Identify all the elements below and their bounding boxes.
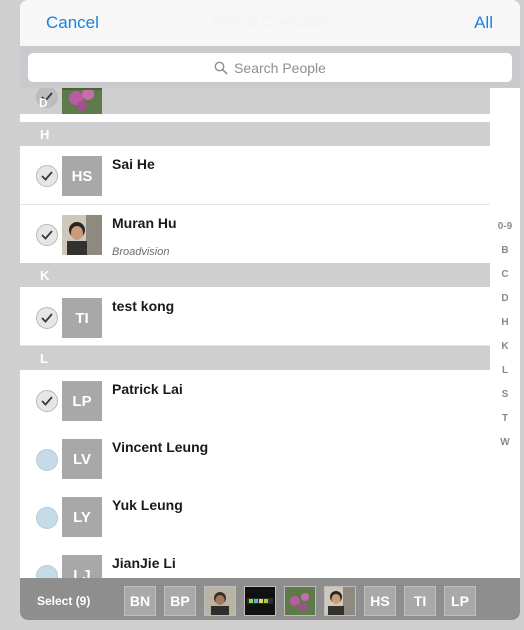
backdrop xyxy=(0,0,20,630)
section-letter: K xyxy=(40,268,50,283)
index-letter[interactable]: K xyxy=(490,341,520,352)
avatar: LP xyxy=(62,381,102,421)
alphabet-index[interactable]: 0-9 B C D H K L S T W xyxy=(490,88,520,578)
search-icon xyxy=(214,61,228,74)
list-item[interactable]: LV Vincent Leung xyxy=(20,428,490,487)
list-item[interactable]: Muran Hu Broadvision xyxy=(20,205,490,264)
checkmark-icon[interactable] xyxy=(36,390,58,412)
index-letter[interactable]: T xyxy=(490,413,520,424)
selected-chip[interactable]: BP xyxy=(164,586,196,616)
section-letter: H xyxy=(40,127,50,142)
contact-name: test kong xyxy=(112,298,175,314)
selected-chip[interactable]: LP xyxy=(444,586,476,616)
selected-chip[interactable]: TI xyxy=(404,586,436,616)
backdrop xyxy=(0,620,524,630)
index-letter[interactable]: C xyxy=(490,269,520,280)
list-item[interactable]: LP Patrick Lai xyxy=(20,370,490,429)
list-item[interactable]: LY Yuk Leung xyxy=(20,486,490,545)
row-separator xyxy=(20,114,490,122)
section-header-k: K xyxy=(20,263,490,287)
index-letter[interactable]: H xyxy=(490,317,520,328)
unselected-circle-icon[interactable] xyxy=(36,507,58,529)
selected-chip[interactable]: BN xyxy=(124,586,156,616)
index-letter[interactable]: B xyxy=(490,245,520,256)
selected-chip-flower[interactable] xyxy=(284,586,316,616)
avatar: TI xyxy=(62,298,102,338)
selected-chip[interactable]: HS xyxy=(364,586,396,616)
section-header-l: L xyxy=(20,346,490,370)
backdrop xyxy=(520,0,524,630)
checkmark-icon[interactable] xyxy=(36,307,58,329)
list-item[interactable]: D xyxy=(20,88,490,114)
contact-name: Patrick Lai xyxy=(112,381,183,397)
section-letter: L xyxy=(40,351,48,366)
search-bar: Search People xyxy=(20,47,520,88)
avatar: LY xyxy=(62,497,102,537)
contact-name: Sai He xyxy=(112,156,155,172)
checkmark-icon[interactable] xyxy=(36,165,58,187)
contact-name: JianJie Li xyxy=(112,555,176,571)
list-item[interactable]: HS Sai He xyxy=(20,146,490,205)
avatar: HS xyxy=(62,156,102,196)
index-letter[interactable]: L xyxy=(490,365,520,376)
selected-chip-portrait[interactable] xyxy=(324,586,356,616)
unselected-circle-icon[interactable] xyxy=(36,449,58,471)
modal-title: Select Contacts xyxy=(209,14,331,31)
list-item[interactable]: LJ JianJie Li xyxy=(20,544,490,578)
contact-company: Broadvision xyxy=(112,246,170,258)
select-all-button[interactable]: All xyxy=(474,13,493,33)
contact-name: Vincent Leung xyxy=(112,439,209,455)
index-letter[interactable]: W xyxy=(490,437,520,448)
selected-chip-photo[interactable] xyxy=(204,586,236,616)
avatar xyxy=(62,215,102,255)
select-contacts-modal: Cancel Select Contacts All Search People… xyxy=(20,0,520,620)
navigation-bar: Cancel Select Contacts All xyxy=(20,0,520,47)
select-button[interactable]: Select (9) xyxy=(37,594,90,608)
index-letter[interactable]: 0-9 xyxy=(490,221,520,232)
checkmark-icon[interactable] xyxy=(36,224,58,246)
flower-photo xyxy=(62,88,102,114)
avatar: LJ xyxy=(62,555,102,578)
contact-name: Yuk Leung xyxy=(112,497,183,513)
section-header-h: H xyxy=(20,122,490,146)
contact-list[interactable]: D H HS Sai He Muran Hu Broadvision K TI … xyxy=(20,88,490,578)
index-letter[interactable]: D xyxy=(490,293,520,304)
index-letter[interactable]: S xyxy=(490,389,520,400)
section-letter: D xyxy=(39,96,48,110)
avatar: LV xyxy=(62,439,102,479)
search-input[interactable]: Search People xyxy=(28,53,512,82)
list-item[interactable]: TI test kong xyxy=(20,287,490,346)
search-placeholder: Search People xyxy=(234,59,326,76)
selection-bar: Select (9) BN BP HS TI LP xyxy=(20,578,520,620)
contact-name: Muran Hu xyxy=(112,215,177,231)
unselected-circle-icon[interactable] xyxy=(36,565,58,578)
selected-chip-logo[interactable] xyxy=(244,586,276,616)
